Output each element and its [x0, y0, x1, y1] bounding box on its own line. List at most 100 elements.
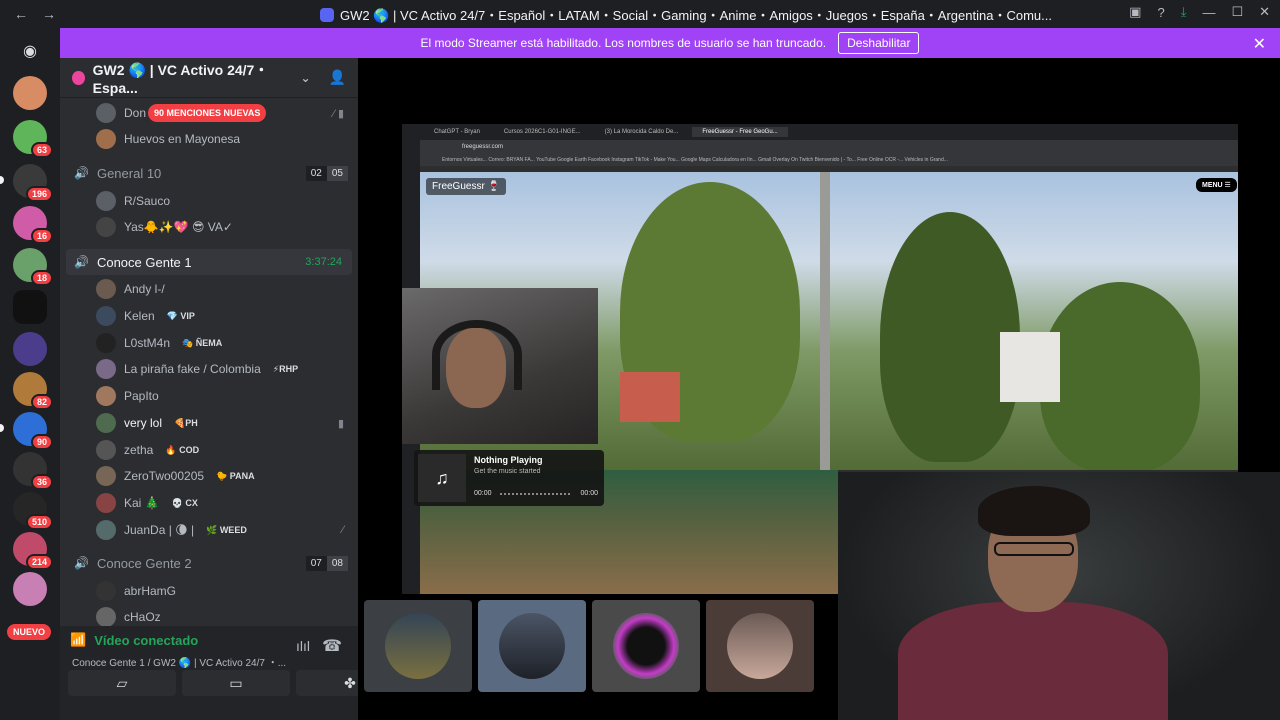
avatar: [96, 129, 116, 149]
avatar: [96, 217, 116, 237]
music-widget: ♫ Nothing Playing Get the music started …: [414, 450, 604, 506]
signal-icon: 📶: [70, 632, 87, 647]
voice-user[interactable]: JuanDa | 🌘 | 🌿 WEED ⁄: [60, 517, 358, 543]
connected-channel[interactable]: Conoce Gente 1 / GW2 🌎 | VC Activo 24/7 …: [72, 654, 286, 669]
glasses: [994, 542, 1074, 556]
voice-channel-general-10[interactable]: 🔊 General 10 02 05: [60, 160, 358, 186]
server-icon[interactable]: 510: [13, 492, 53, 530]
music-progress: [500, 493, 570, 496]
person-hair: [978, 486, 1090, 536]
avatar: [499, 613, 565, 679]
user-limit: 07 08: [305, 555, 348, 571]
speaker-icon: 🔊: [74, 255, 89, 269]
browser-tab: Cursos 2026C1-G01-INGE...: [503, 129, 581, 135]
avatar: [613, 613, 679, 679]
avatar: [96, 279, 116, 299]
streamer-face: [446, 328, 506, 408]
voice-channel-conoce-gente-2[interactable]: 🔊 Conoce Gente 2 07 08: [60, 550, 358, 576]
voice-user[interactable]: Huevos en Mayonesa: [60, 126, 358, 152]
server-list: ◉ 63 196 16 18 82 90 36 510 214 NUEVO: [0, 28, 60, 720]
voice-user[interactable]: zetha 🔥 COD: [60, 437, 358, 463]
voice-channel-conoce-gente-1[interactable]: 🔊 Conoce Gente 1 3:37:24: [66, 249, 352, 275]
server-icon[interactable]: 63: [13, 120, 53, 158]
call-timer: 3:37:24: [305, 256, 342, 268]
server-icon[interactable]: 82: [13, 372, 53, 410]
invite-people-icon[interactable]: 👤: [329, 69, 346, 86]
new-badge[interactable]: NUEVO: [7, 624, 52, 640]
participant-tile[interactable]: [592, 600, 700, 692]
chevron-down-icon[interactable]: ⌄: [301, 71, 311, 85]
voice-user[interactable]: Don 90 MENCIONES NUEVAS ⁄ ▮: [60, 100, 358, 126]
window-title: GW2 🌎 | VC Activo 24/7・Español・LATAM・Soc…: [320, 5, 1052, 24]
close-window-icon[interactable]: ✕: [1259, 4, 1270, 20]
voice-user[interactable]: L0stM4n 🎭 ÑEMA: [60, 330, 358, 356]
avatar: [96, 306, 116, 326]
voice-user[interactable]: abrHamG: [60, 578, 358, 604]
server-icon[interactable]: 16: [13, 206, 53, 244]
avatar: [96, 103, 116, 123]
noise-suppression-icon[interactable]: ılıl: [296, 638, 310, 654]
close-banner-icon[interactable]: ✕: [1253, 34, 1266, 54]
streamer-webcam: [402, 288, 598, 444]
video-icon: ▮: [337, 417, 344, 430]
avatar: [96, 413, 116, 433]
guild-header[interactable]: GW2 🌎 | VC Activo 24/7・Espa... ⌄ 👤: [60, 58, 358, 98]
voice-user[interactable]: Yas🐥✨💖 😎 VA✓: [60, 214, 358, 240]
server-icon[interactable]: [13, 76, 47, 110]
discord-home-icon[interactable]: ◉: [13, 34, 47, 68]
server-icon[interactable]: 90: [0, 412, 53, 450]
voice-user[interactable]: Kai 🎄 💀 CX: [60, 490, 358, 516]
voice-user[interactable]: R/Sauco: [60, 188, 358, 214]
user-limit: 02 05: [305, 165, 348, 181]
server-icon[interactable]: [13, 332, 47, 366]
browser-tabs: ChatGPT - Bryan Cursos 2026C1-G01-INGE..…: [402, 124, 1238, 140]
channel-name: General 10: [96, 165, 162, 181]
participant-tiles: [364, 600, 814, 692]
speaker-icon: 🔊: [74, 166, 89, 180]
avatar: [96, 607, 116, 627]
avatar: [385, 613, 451, 679]
minimize-icon[interactable]: —: [1202, 5, 1215, 20]
house: [620, 372, 680, 422]
avatar: [727, 613, 793, 679]
new-mentions-badge[interactable]: 90 MENCIONES NUEVAS: [148, 104, 267, 122]
avatar: [96, 386, 116, 406]
avatar: [96, 581, 116, 601]
server-icon[interactable]: 214: [13, 532, 53, 570]
speaker-icon: 🔊: [74, 556, 89, 570]
voice-user[interactable]: Andy l-/: [60, 276, 358, 302]
browser-tab-active: FreeGuessr - Free GeoGu...: [692, 127, 788, 137]
voice-user[interactable]: Kelen 💎 VIP: [60, 303, 358, 329]
voice-user[interactable]: very lol 🍕PH ▮: [60, 410, 358, 436]
connection-status[interactable]: 📶 Vídeo conectado: [70, 632, 198, 648]
disconnect-icon[interactable]: ☎: [322, 636, 342, 656]
participant-webcam[interactable]: [838, 472, 1280, 720]
avatar: [96, 466, 116, 486]
avatar: [96, 440, 116, 460]
server-icon[interactable]: 36: [13, 452, 53, 490]
voice-user[interactable]: PapIto: [60, 383, 358, 409]
channel-name: Conoce Gente 1: [96, 254, 192, 270]
disable-streamer-button[interactable]: Deshabilitar: [838, 32, 920, 54]
server-icon[interactable]: [13, 572, 47, 606]
server-icon[interactable]: 18: [13, 248, 53, 286]
forward-icon[interactable]: →: [42, 6, 56, 22]
help-icon[interactable]: ?: [1157, 5, 1164, 20]
avatar: [96, 191, 116, 211]
server-icon[interactable]: 196: [0, 164, 53, 202]
screen-share-button[interactable]: ▭: [182, 670, 290, 696]
camera-button[interactable]: ▱: [68, 670, 176, 696]
voice-user[interactable]: ZeroTwo00205 🐤 PANA: [60, 463, 358, 489]
browser-tab: ChatGPT - Bryan: [434, 129, 480, 135]
back-icon[interactable]: ←: [14, 6, 28, 22]
inbox-icon[interactable]: ▣: [1129, 4, 1141, 20]
server-icon[interactable]: [13, 290, 47, 324]
maximize-icon[interactable]: ☐: [1231, 4, 1243, 20]
download-icon[interactable]: ⤓: [1181, 4, 1187, 20]
muted-icon: ⁄: [342, 524, 344, 536]
participant-tile[interactable]: [706, 600, 814, 692]
voice-user[interactable]: La piraña fake / Colombia ⚡RHP: [60, 356, 358, 382]
participant-tile[interactable]: [478, 600, 586, 692]
participant-tile[interactable]: [364, 600, 472, 692]
banner-text: El modo Streamer está habilitado. Los no…: [420, 36, 827, 50]
